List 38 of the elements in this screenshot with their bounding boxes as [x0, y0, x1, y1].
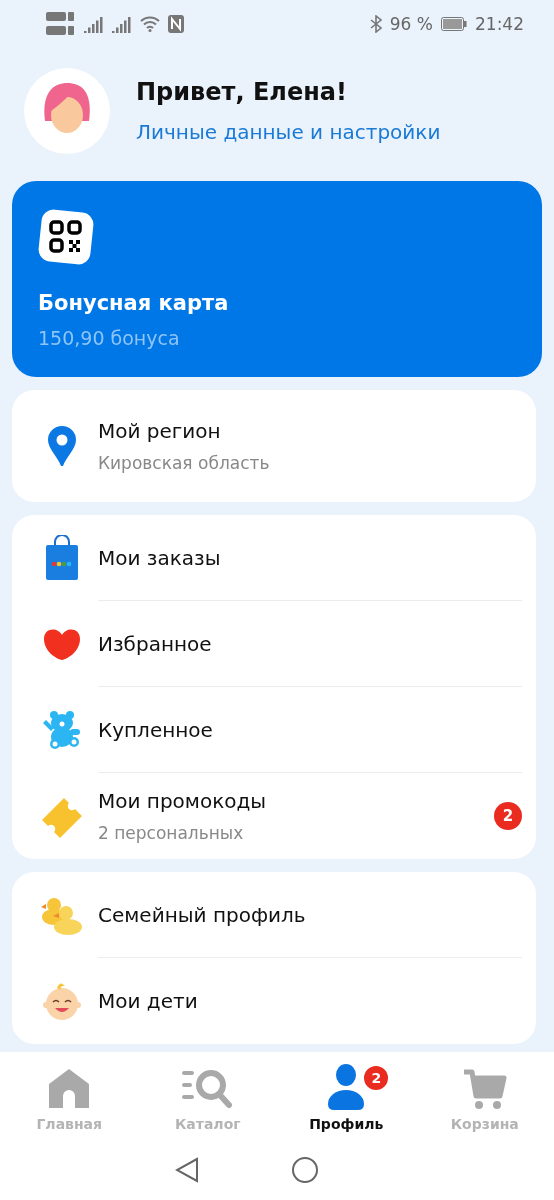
nav-tab[interactable]: 2 Профиль: [277, 1064, 416, 1132]
bonus-card-title: Бонусная карта: [38, 291, 230, 315]
location-pin-icon: [47, 425, 77, 467]
count-badge: 2: [494, 802, 522, 830]
menu-item-title[interactable]: Мои дети: [98, 989, 522, 1013]
heart-icon: [42, 627, 82, 661]
cart-icon: [461, 1068, 508, 1110]
menu-item-subtitle: Кировская область: [98, 453, 271, 473]
bluetooth-icon: [369, 15, 382, 33]
menu-item-title[interactable]: Мои заказы: [98, 545, 522, 570]
menu-item-title[interactable]: Мой регион: [98, 419, 522, 443]
menu-item-subtitle: 2 персональных: [98, 823, 245, 843]
wifi-icon: [140, 16, 160, 32]
clock-time: 21:42: [475, 14, 524, 34]
teddy-bear-icon: [42, 711, 82, 749]
back-icon[interactable]: [175, 1157, 199, 1183]
count-badge: 2: [362, 1064, 391, 1092]
home-icon: [47, 1068, 92, 1110]
bonus-card[interactable]: Бонусная карта 150,90 бонуса: [12, 181, 542, 377]
menu-item-title[interactable]: Купленное: [98, 717, 522, 742]
settings-link[interactable]: Личные данные и настройки: [136, 120, 441, 144]
greeting: Привет, Елена!: [136, 78, 348, 106]
region-card[interactable]: Мой регион Кировская область: [12, 390, 536, 502]
catalog-search-icon: [181, 1068, 234, 1110]
menu-item-title[interactable]: Мои промокоды: [98, 789, 486, 813]
home-circle-icon[interactable]: [291, 1156, 319, 1184]
ducks-icon: [40, 895, 84, 935]
menu-item-title[interactable]: Избранное: [98, 631, 522, 656]
menu-item-title[interactable]: Семейный профиль: [98, 902, 522, 927]
battery-percent: 96 %: [389, 14, 433, 34]
nfc-icon: [168, 15, 184, 33]
person-icon: [326, 1064, 367, 1110]
signal-icon: [112, 15, 132, 33]
bonus-balance: 150,90 бонуса: [38, 327, 181, 349]
signal-icon: [84, 15, 104, 33]
battery-icon: [441, 17, 467, 31]
qr-code-icon: [38, 209, 94, 265]
shopping-bag-icon: [45, 535, 79, 581]
